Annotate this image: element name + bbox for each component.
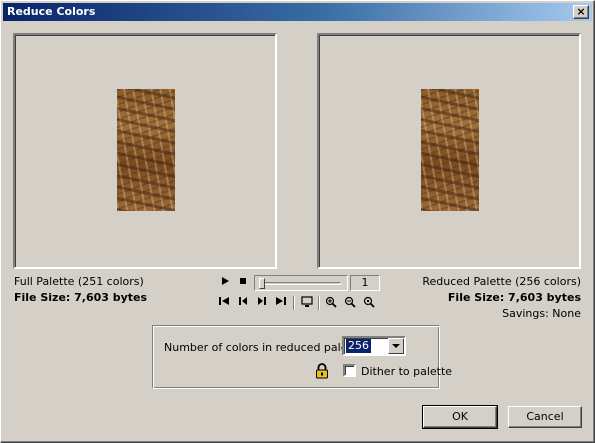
zoom-actual-icon[interactable] <box>362 296 376 310</box>
full-palette-file-size: File Size: 7,603 bytes <box>14 291 148 304</box>
colors-count-value[interactable]: 256 <box>346 339 371 353</box>
zoom-out-icon[interactable] <box>343 296 357 310</box>
full-palette-label: Full Palette (251 colors) <box>14 275 144 288</box>
preview-image <box>421 89 479 211</box>
dither-label[interactable]: Dither to palette <box>361 365 452 378</box>
prev-frame-icon[interactable] <box>236 296 250 310</box>
reduced-palette-label: Reduced Palette (256 colors) <box>422 275 581 288</box>
ok-button[interactable]: OK <box>422 405 498 429</box>
stop-icon[interactable] <box>236 276 250 290</box>
slider-thumb[interactable] <box>259 278 265 289</box>
full-palette-preview <box>13 33 277 269</box>
colors-count-label: Number of colors in reduced palette: <box>164 341 367 354</box>
close-button[interactable]: × <box>573 5 589 19</box>
last-frame-icon[interactable] <box>274 296 288 310</box>
next-frame-icon[interactable] <box>255 296 269 310</box>
chevron-down-icon[interactable] <box>388 338 404 354</box>
dither-checkbox[interactable] <box>343 364 356 377</box>
slider-track <box>261 282 341 285</box>
lock-icon <box>315 363 329 379</box>
title-bar[interactable]: Reduce Colors × <box>3 3 592 21</box>
play-icon[interactable] <box>218 276 232 290</box>
reduced-palette-preview <box>317 33 581 269</box>
close-icon: × <box>576 5 586 18</box>
frame-number: 1 <box>350 275 380 291</box>
toolbar-separator <box>318 296 320 310</box>
savings-label: Savings: None <box>502 307 581 320</box>
reduce-colors-dialog: Reduce Colors × Full Palette (251 colors… <box>0 0 595 443</box>
cancel-button[interactable]: Cancel <box>508 406 582 428</box>
window-title: Reduce Colors <box>7 5 96 18</box>
frame-slider[interactable] <box>254 275 348 291</box>
preview-monitor-icon[interactable] <box>300 296 314 310</box>
reduced-palette-file-size: File Size: 7,603 bytes <box>447 291 581 304</box>
colors-count-combobox[interactable]: 256 <box>342 336 406 356</box>
palette-options-group <box>152 325 440 389</box>
preview-image <box>117 89 175 211</box>
toolbar-separator <box>293 296 295 310</box>
zoom-in-icon[interactable] <box>324 296 338 310</box>
first-frame-icon[interactable] <box>217 296 231 310</box>
